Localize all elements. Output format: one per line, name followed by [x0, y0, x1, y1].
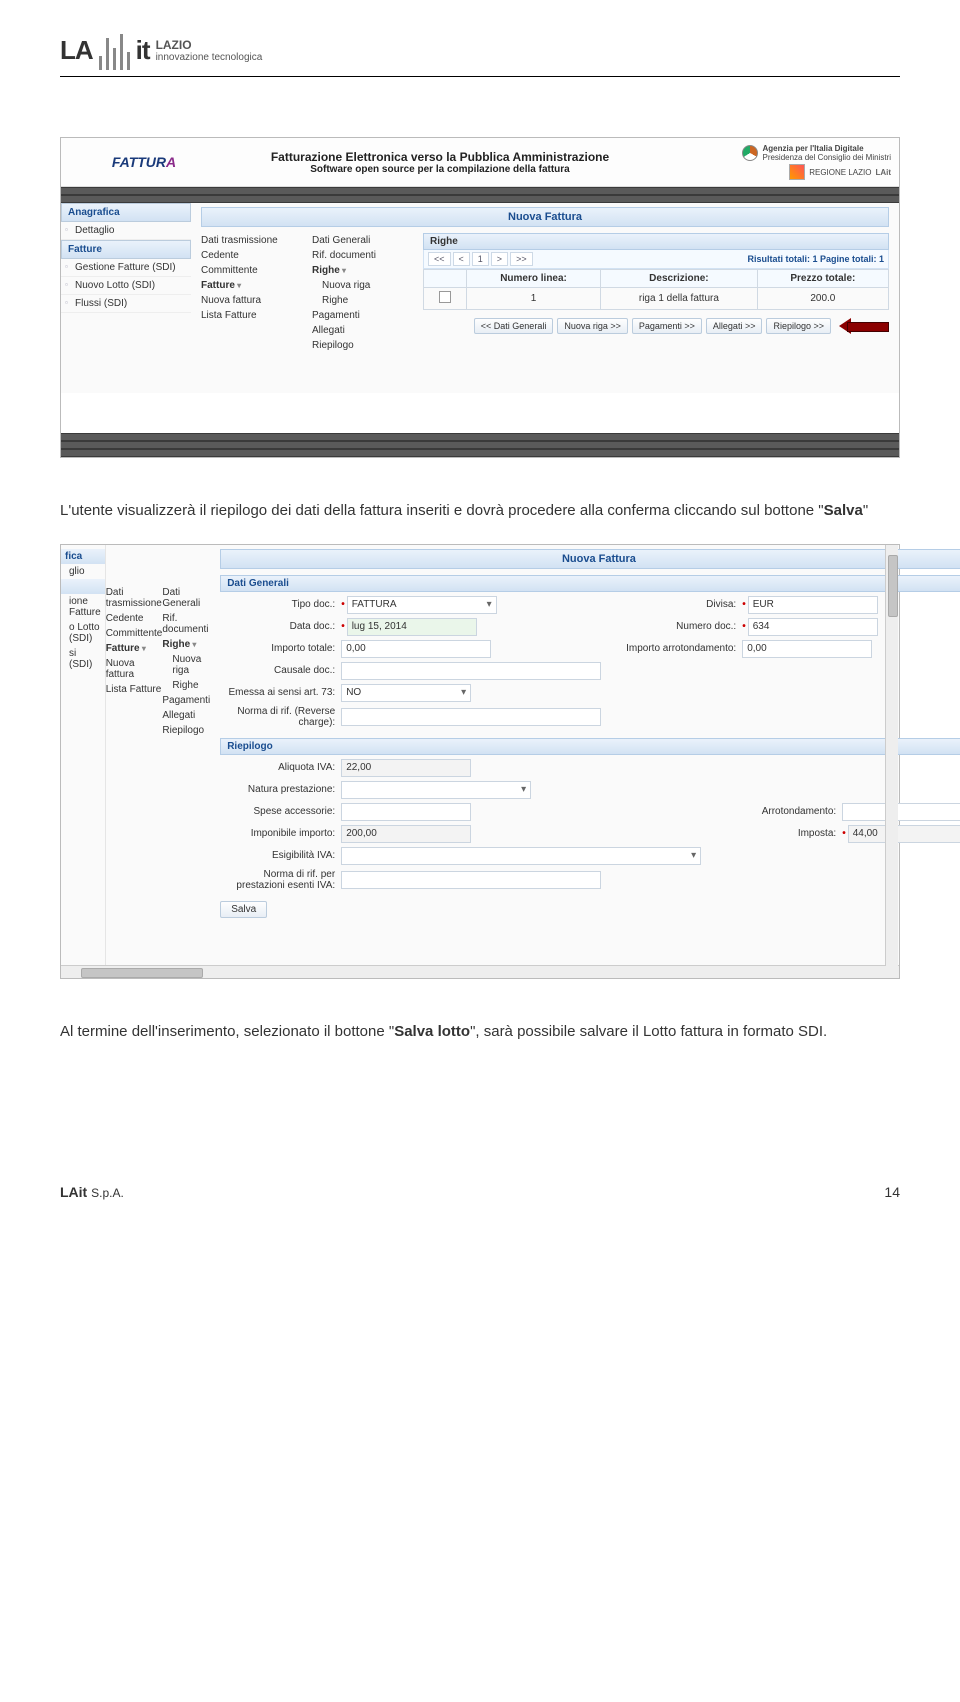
- brand-la: LA: [60, 35, 93, 66]
- divisa-field[interactable]: EUR: [748, 596, 878, 614]
- screenshot-2: fica glio ione Fatture o Lotto (SDI) si …: [60, 544, 900, 979]
- sidebar-section-anagrafica: Anagrafica: [61, 203, 191, 222]
- righe-title: Righe: [423, 233, 889, 250]
- aliquota-field: 22,00: [341, 759, 471, 777]
- arrotondamento-field[interactable]: 0,00: [742, 640, 872, 658]
- pager-next[interactable]: >: [491, 252, 508, 266]
- panel-title-2: Nuova Fattura: [220, 549, 960, 569]
- fattura-tree: Dati Generali Rif. documenti Righe Nuova…: [312, 233, 417, 353]
- brand-it: it: [136, 35, 150, 66]
- natura-select[interactable]: [341, 781, 531, 799]
- nav-nuova-riga[interactable]: Nuova riga >>: [557, 318, 628, 334]
- table-row[interactable]: 1 riga 1 della fattura 200.0: [424, 288, 889, 310]
- paragraph-1: L'utente visualizzerà il riepilogo dei d…: [60, 498, 900, 524]
- tipo-doc-select[interactable]: FATTURA: [347, 596, 497, 614]
- page-number: 14: [884, 1184, 900, 1200]
- spese-field[interactable]: [341, 803, 471, 821]
- sidebar-item-flussi[interactable]: Flussi (SDI): [61, 295, 191, 313]
- imponibile-field: 200,00: [341, 825, 471, 843]
- fattura-logo: FATTURA: [112, 154, 176, 170]
- wizard-nav: << Dati Generali Nuova riga >> Pagamenti…: [423, 318, 889, 334]
- righe-table: Numero linea: Descrizione: Prezzo totale…: [423, 269, 889, 310]
- logo-bars: [97, 30, 132, 70]
- app-title: Fatturazione Elettronica verso la Pubbli…: [219, 150, 661, 164]
- fattura-tree-2: Dati Generali Rif. documenti Righe Nuova…: [162, 545, 210, 965]
- sidebar-section-fatture: Fatture: [61, 240, 191, 259]
- screenshot-1: FATTURA Fatturazione Elettronica verso l…: [60, 137, 900, 458]
- section-dati-generali: Dati Generali: [220, 575, 960, 592]
- lotto-tree-2: Dati trasmissione Cedente Committente Fa…: [106, 545, 163, 965]
- paragraph-2: Al termine dell'inserimento, selezionato…: [60, 1019, 900, 1045]
- esigibilita-select[interactable]: [341, 847, 701, 865]
- pager-prev[interactable]: <: [453, 252, 470, 266]
- nav-pagamenti[interactable]: Pagamenti >>: [632, 318, 702, 334]
- brand-sub: LAZIOinnovazione tecnologica: [156, 38, 263, 63]
- sidebar-item-nuovo-lotto[interactable]: Nuovo Lotto (SDI): [61, 277, 191, 295]
- imposta-field: 44,00: [848, 825, 960, 843]
- data-doc-field[interactable]: lug 15, 2014: [347, 618, 477, 636]
- pager: << < 1 > >> Risultati totali: 1 Pagine t…: [423, 250, 889, 269]
- nav-dati-generali[interactable]: << Dati Generali: [474, 318, 554, 334]
- emblem-icon: [742, 145, 758, 161]
- pager-first[interactable]: <<: [428, 252, 451, 266]
- causale-field[interactable]: [341, 662, 601, 680]
- lotto-tree: Dati trasmissione Cedente Committente Fa…: [201, 233, 306, 353]
- nav-riepilogo[interactable]: Riepilogo >>: [766, 318, 831, 334]
- sidebar-item-gestione[interactable]: Gestione Fatture (SDI): [61, 259, 191, 277]
- regione-icon: [789, 164, 805, 180]
- salva-button[interactable]: Salva: [220, 901, 267, 918]
- row-checkbox[interactable]: [439, 291, 451, 303]
- section-riepilogo: Riepilogo: [220, 738, 960, 755]
- sidebar2: fica glio ione Fatture o Lotto (SDI) si …: [61, 545, 106, 965]
- app-header: FATTURA Fatturazione Elettronica verso l…: [61, 138, 899, 187]
- art73-select[interactable]: NO: [341, 684, 471, 702]
- header-rule: [60, 76, 900, 77]
- nav-allegati[interactable]: Allegati >>: [706, 318, 763, 334]
- page-footer: LAit S.p.A. 14: [60, 1184, 900, 1200]
- pager-page[interactable]: 1: [472, 252, 489, 266]
- scrollbar-h[interactable]: [61, 965, 899, 978]
- numero-doc-field[interactable]: 634: [748, 618, 878, 636]
- arrot-riep-field[interactable]: [842, 803, 960, 821]
- scrollbar-v[interactable]: [885, 545, 898, 966]
- importo-totale-field[interactable]: 0,00: [341, 640, 491, 658]
- callout-arrow-icon: [839, 318, 889, 334]
- norma-esenti-field[interactable]: [341, 871, 601, 889]
- header-logo: LA it LAZIOinnovazione tecnologica: [60, 30, 900, 70]
- panel-title: Nuova Fattura: [201, 207, 889, 227]
- reverse-charge-field[interactable]: [341, 708, 601, 726]
- pager-last[interactable]: >>: [510, 252, 533, 266]
- sidebar-item-dettaglio[interactable]: Dettaglio: [61, 222, 191, 240]
- pager-status: Risultati totali: 1 Pagine totali: 1: [747, 254, 884, 264]
- sidebar: Anagrafica Dettaglio Fatture Gestione Fa…: [61, 203, 191, 393]
- app-subtitle: Software open source per la compilazione…: [219, 164, 661, 175]
